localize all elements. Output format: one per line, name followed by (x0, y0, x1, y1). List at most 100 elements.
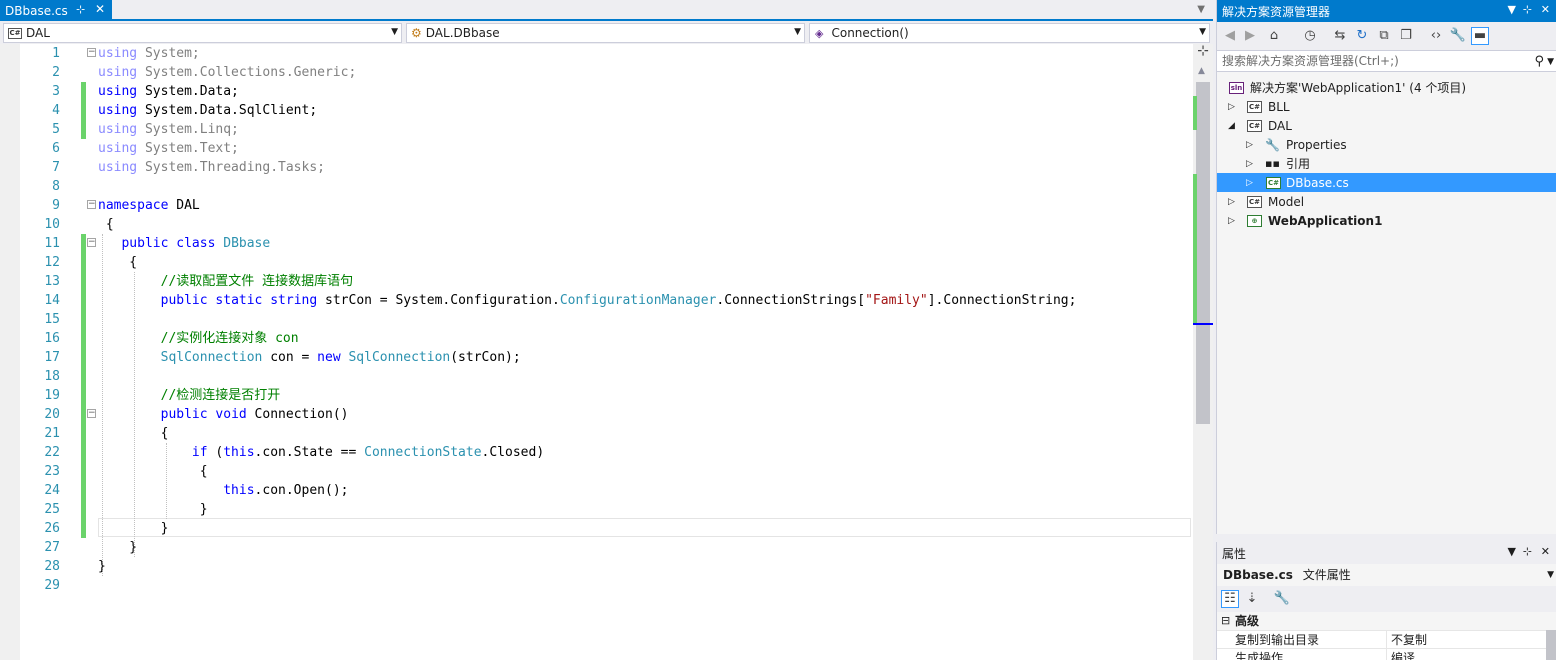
home-icon[interactable]: ⌂ (1265, 27, 1283, 45)
editor-vertical-scrollbar[interactable]: ⊹ ▲ (1193, 44, 1213, 660)
expand-arrow-icon[interactable]: ▷ (1228, 216, 1235, 226)
code-line[interactable]: 23 { (0, 462, 1193, 481)
tree-node-dal[interactable]: ◢ C# DAL (1217, 116, 1556, 135)
code-line[interactable]: 16 //实例化连接对象 con (0, 329, 1193, 348)
alphabetical-icon[interactable]: ⇣ (1243, 590, 1261, 608)
code-line[interactable]: 13 //读取配置文件 连接数据库语句 (0, 272, 1193, 291)
code-view[interactable]: 1− using System; 2 using System.Collections… (0, 44, 1193, 660)
code-line[interactable]: 29 (0, 576, 1193, 595)
properties-wrench-icon[interactable]: 🔧 (1449, 27, 1467, 45)
split-window-icon[interactable]: ⊹ (1196, 44, 1210, 58)
tree-node-bll[interactable]: ▷ C# BLL (1217, 97, 1556, 116)
outline-collapse-icon[interactable]: − (87, 238, 96, 247)
property-row[interactable]: 复制到输出目录 不复制 (1217, 630, 1556, 649)
tree-node-solution[interactable]: sln 解决方案'WebApplication1' (4 个项目) (1217, 78, 1556, 97)
member-combo[interactable]: ◈ Connection() ▼ (809, 23, 1210, 43)
code-line[interactable]: 7 using System.Threading.Tasks; (0, 158, 1193, 177)
code-line[interactable]: 4 using System.Data.SqlClient; (0, 101, 1193, 120)
outline-collapse-icon[interactable]: − (87, 409, 96, 418)
properties-scrollbar-thumb[interactable] (1546, 630, 1556, 660)
forward-icon[interactable]: ▶ (1241, 27, 1259, 45)
window-position-icon[interactable]: ▼ (1508, 545, 1516, 558)
sync-with-document-icon[interactable]: ⇆ (1331, 27, 1349, 45)
code-line[interactable]: 19 //检测连接是否打开 (0, 386, 1193, 405)
code-line[interactable]: 22 if (this.con.State == ConnectionState… (0, 443, 1193, 462)
solution-explorer-toolbar: ◀ ▶ ⌂ ◷ ⇆ ↻ ⧉ ❐ ‹› 🔧 ▬ (1217, 22, 1556, 50)
code-text: //检测连接是否打开 (160, 388, 281, 403)
property-value[interactable]: 编译 (1386, 649, 1415, 660)
collapse-arrow-icon[interactable]: ◢ (1228, 121, 1235, 131)
pin-icon[interactable]: ⊹ (1523, 3, 1532, 16)
outline-collapse-icon[interactable]: − (87, 48, 96, 57)
show-all-files-icon[interactable]: ❐ (1397, 27, 1415, 45)
expand-arrow-icon[interactable]: ▷ (1246, 140, 1253, 150)
expand-arrow-icon[interactable]: ▷ (1228, 197, 1235, 207)
expand-arrow-icon[interactable]: ▷ (1228, 102, 1235, 112)
scrollbar-thumb[interactable] (1196, 82, 1210, 424)
code-line[interactable]: 14 public static string strCon = System.… (0, 291, 1193, 310)
close-icon[interactable]: ✕ (1541, 3, 1550, 16)
code-line[interactable]: 26 } (0, 519, 1193, 538)
close-icon[interactable]: ✕ (95, 2, 105, 16)
code-line[interactable]: 17 SqlConnection con = new SqlConnection… (0, 348, 1193, 367)
scroll-up-icon[interactable]: ▲ (1198, 66, 1205, 76)
property-pages-icon[interactable]: 🔧 (1273, 590, 1291, 608)
code-line[interactable]: 25 } (0, 500, 1193, 519)
code-line[interactable]: 5 using System.Linq; (0, 120, 1193, 139)
code-line[interactable]: 1 − using System; (0, 44, 1193, 63)
tree-node-dbbase[interactable]: ▷ C# DBbase.cs (1217, 173, 1556, 192)
project-combo[interactable]: C# DAL ▼ (3, 23, 402, 43)
pending-changes-filter-icon[interactable]: ◷ (1301, 27, 1319, 45)
code-line[interactable]: 21 { (0, 424, 1193, 443)
code-text: } (98, 559, 106, 574)
window-position-icon[interactable]: ▼ (1508, 3, 1516, 16)
search-icon[interactable]: ⚲ (1534, 52, 1544, 72)
change-marker (1193, 174, 1197, 324)
tree-node-model[interactable]: ▷ C# Model (1217, 192, 1556, 211)
chevron-down-icon[interactable]: ▼ (1547, 52, 1554, 72)
property-value[interactable]: 不复制 (1386, 631, 1427, 649)
collapse-all-icon[interactable]: ⧉ (1375, 27, 1393, 45)
code-line[interactable]: 11 − public class DBbase (0, 234, 1193, 253)
tree-node-webapplication[interactable]: ▷ ⊕ WebApplication1 (1217, 211, 1556, 230)
code-line[interactable]: 6 using System.Text; (0, 139, 1193, 158)
properties-category[interactable]: ⊟ 高级 (1217, 612, 1556, 630)
chevron-down-icon[interactable]: ▼ (1547, 564, 1554, 586)
preview-selected-items-icon[interactable]: ▬ (1471, 27, 1489, 45)
collapse-icon[interactable]: ⊟ (1221, 612, 1230, 630)
code-line[interactable]: 20 − public void Connection() (0, 405, 1193, 424)
property-row[interactable]: 生成操作 编译 (1217, 648, 1556, 660)
tree-node-label: DBbase.cs (1286, 175, 1349, 190)
solution-search-input[interactable]: 搜索解决方案资源管理器(Ctrl+;) ⚲ ▼ (1217, 50, 1556, 72)
expand-arrow-icon[interactable]: ▷ (1246, 159, 1253, 169)
code-line[interactable]: 24 this.con.Open(); (0, 481, 1193, 500)
pin-icon[interactable]: ⊹ (1523, 545, 1532, 558)
outline-collapse-icon[interactable]: − (87, 200, 96, 209)
code-line[interactable]: 9 − namespace DAL (0, 196, 1193, 215)
view-code-icon[interactable]: ‹› (1427, 27, 1445, 45)
code-line[interactable]: 27 } (0, 538, 1193, 557)
refresh-icon[interactable]: ↻ (1353, 27, 1371, 45)
tree-node-references[interactable]: ▷ ▪▪ 引用 (1217, 154, 1556, 173)
code-text: if (this.con.State == ConnectionState.Cl… (191, 445, 545, 460)
categorized-icon[interactable]: ☷ (1221, 590, 1239, 608)
navigation-bar: C# DAL ▼ ⚙ DAL.DBbase ▼ ◈ Connection() ▼ (0, 22, 1213, 44)
expand-arrow-icon[interactable]: ▷ (1246, 178, 1253, 188)
properties-object-selector[interactable]: DBbase.cs 文件属性 ▼ (1217, 564, 1556, 586)
code-line[interactable]: 3 using System.Data; (0, 82, 1193, 101)
code-line[interactable]: 28} (0, 557, 1193, 576)
code-line[interactable]: 10 { (0, 215, 1193, 234)
code-line[interactable]: 12 { (0, 253, 1193, 272)
code-line[interactable]: 18 (0, 367, 1193, 386)
tree-node-properties[interactable]: ▷ 🔧 Properties (1217, 135, 1556, 154)
document-tab[interactable]: DBbase.cs ⊹ ✕ (0, 0, 112, 21)
tab-list-dropdown-icon[interactable]: ▼ (1197, 4, 1205, 15)
back-icon[interactable]: ◀ (1221, 27, 1239, 45)
pin-icon[interactable]: ⊹ (76, 3, 85, 16)
code-line[interactable]: 2 using System.Collections.Generic; (0, 63, 1193, 82)
close-icon[interactable]: ✕ (1541, 545, 1550, 558)
type-combo[interactable]: ⚙ DAL.DBbase ▼ (406, 23, 805, 43)
references-icon: ▪▪ (1265, 157, 1280, 170)
code-line[interactable]: 8 (0, 177, 1193, 196)
code-line[interactable]: 15 (0, 310, 1193, 329)
